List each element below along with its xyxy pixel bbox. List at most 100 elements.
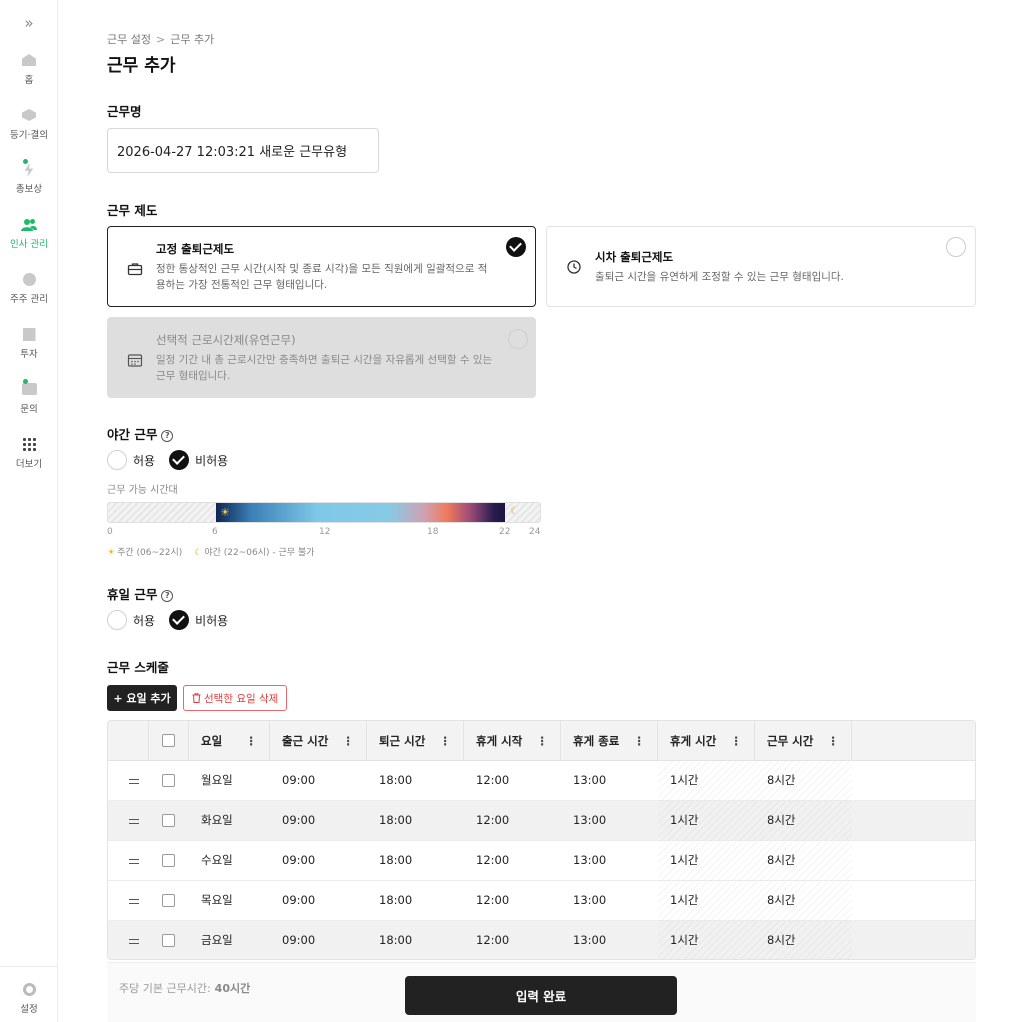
sidebar-item-label: 홈 — [24, 75, 34, 86]
cell-break-end[interactable]: 13:00 — [573, 881, 606, 921]
column-header-end[interactable]: 퇴근 시간 ⋮ — [367, 721, 464, 761]
sidebar-item-shareholders[interactable]: 주주 관리 — [0, 273, 58, 305]
column-header-break-start[interactable]: 휴게 시작 ⋮ — [464, 721, 561, 761]
sidebar-item-settings[interactable]: 설정 — [0, 983, 58, 1015]
column-header-work-time[interactable]: 근무 시간 ⋮ — [755, 721, 852, 761]
holiday-work-allow[interactable]: 허용 — [107, 610, 155, 630]
cell-break-end[interactable]: 13:00 — [573, 761, 606, 801]
row-checkbox[interactable] — [162, 854, 175, 867]
weekly-hours-summary: 주당 기본 근무시간: 40시간 — [119, 980, 250, 996]
option-fixed-hours[interactable]: 고정 출퇴근제도 정한 통상적인 근무 시간(시작 및 종료 시각)을 모든 직… — [107, 226, 536, 307]
breadcrumb-parent[interactable]: 근무 설정 — [107, 33, 151, 46]
cell-day[interactable]: 수요일 — [201, 841, 233, 881]
column-header-start[interactable]: 출근 시간 ⋮ — [270, 721, 367, 761]
cell-day[interactable]: 금요일 — [201, 921, 233, 959]
row-checkbox[interactable] — [162, 774, 175, 787]
moon-icon: ☾ — [194, 548, 203, 558]
drag-handle-icon[interactable] — [129, 939, 139, 944]
row-checkbox[interactable] — [162, 934, 175, 947]
cell-end[interactable]: 18:00 — [379, 921, 412, 959]
table-header: 요일 ⋮ 출근 시간 ⋮ 퇴근 시간 ⋮ 휴게 시작 ⋮ 휴게 종료 ⋮ 휴게 시간 ⋮ 근… — [108, 721, 975, 761]
row-checkbox[interactable] — [162, 894, 175, 907]
select-all-checkbox[interactable] — [162, 734, 175, 747]
night-work-label: 야간 근무? — [107, 424, 174, 443]
sidebar-item-label: 투자 — [20, 349, 38, 360]
timebar-tick: 0 — [107, 527, 113, 537]
sidebar-bottom: 설정 — [0, 966, 58, 1015]
column-header-break-time[interactable]: 휴게 시간 ⋮ — [658, 721, 755, 761]
cell-day[interactable]: 화요일 — [201, 801, 233, 841]
sidebar-item-label: 설정 — [20, 1004, 38, 1015]
notification-dot — [23, 159, 28, 164]
submit-button[interactable]: 입력 완료 — [405, 976, 677, 1015]
cell-day[interactable]: 목요일 — [201, 881, 233, 921]
cell-break-start[interactable]: 12:00 — [476, 921, 509, 959]
drag-handle-icon[interactable] — [129, 779, 139, 784]
cell-break-start[interactable]: 12:00 — [476, 761, 509, 801]
work-name-input[interactable] — [107, 128, 379, 173]
weekly-hours-value: 40시간 — [214, 982, 251, 995]
kebab-menu-icon[interactable]: ⋮ — [537, 721, 549, 761]
sidebar-item-compensation[interactable]: 총보상 — [0, 159, 58, 195]
option-staggered-hours[interactable]: 시차 출퇴근제도 출퇴근 시간을 유연하게 조정할 수 있는 근무 형태입니다. — [546, 226, 976, 307]
column-header-break-end[interactable]: 휴게 종료 ⋮ — [561, 721, 658, 761]
kebab-menu-icon[interactable]: ⋮ — [828, 721, 840, 761]
column-title: 근무 시간 — [767, 734, 814, 748]
radio-on[interactable] — [169, 450, 190, 470]
kebab-menu-icon[interactable]: ⋮ — [440, 721, 452, 761]
help-icon[interactable]: ? — [161, 430, 174, 442]
sidebar-item-investment[interactable]: 투자 — [0, 328, 58, 360]
kebab-menu-icon[interactable]: ⋮ — [731, 721, 743, 761]
timebar-legend: ☀ 주간 (06~22시) ☾ 야간 (22~06시) - 근무 불가 — [107, 545, 314, 558]
delete-button-label: 선택한 요일 삭제 — [204, 692, 279, 705]
help-icon[interactable]: ? — [161, 590, 174, 602]
cell-break-end[interactable]: 13:00 — [573, 921, 606, 959]
drag-handle-icon[interactable] — [129, 819, 139, 824]
drag-handle-icon[interactable] — [129, 859, 139, 864]
column-header-day[interactable]: 요일 ⋮ — [189, 721, 270, 761]
cell-start[interactable]: 09:00 — [282, 761, 315, 801]
cell-day[interactable]: 월요일 — [201, 761, 233, 801]
cell-end[interactable]: 18:00 — [379, 761, 412, 801]
cell-end[interactable]: 18:00 — [379, 881, 412, 921]
sidebar-item-hr[interactable]: 인사 관리 — [0, 218, 58, 250]
kebab-menu-icon[interactable]: ⋮ — [634, 721, 646, 761]
option-title: 선택적 근로시간제(유연근무) — [156, 333, 296, 347]
cell-break-end[interactable]: 13:00 — [573, 801, 606, 841]
sidebar-item-label: 인사 관리 — [10, 239, 48, 250]
holiday-work-deny[interactable]: 비허용 — [169, 610, 228, 630]
cell-work-time: 8시간 — [767, 933, 796, 947]
row-checkbox[interactable] — [162, 814, 175, 827]
delete-selected-days-button[interactable]: 선택한 요일 삭제 — [183, 685, 287, 711]
night-work-deny[interactable]: 비허용 — [169, 450, 228, 470]
cell-start[interactable]: 09:00 — [282, 841, 315, 881]
kebab-menu-icon[interactable]: ⋮ — [246, 721, 258, 761]
sidebar-item-home[interactable]: 홈 — [0, 54, 58, 86]
sun-icon: ☀ — [220, 506, 230, 519]
cell-end[interactable]: 18:00 — [379, 841, 412, 881]
cell-start[interactable]: 09:00 — [282, 801, 315, 841]
sidebar-item-registry[interactable]: 등기·결의 — [0, 109, 58, 141]
sidebar-item-inquiry[interactable]: 문의 — [0, 379, 58, 415]
radio-off[interactable] — [107, 610, 127, 630]
cell-start[interactable]: 09:00 — [282, 921, 315, 959]
cell-break-end[interactable]: 13:00 — [573, 841, 606, 881]
cell-break-start[interactable]: 12:00 — [476, 801, 509, 841]
cell-end[interactable]: 18:00 — [379, 801, 412, 841]
option-description: 출퇴근 시간을 유연하게 조정할 수 있는 근무 형태입니다. — [595, 271, 844, 283]
cell-start[interactable]: 09:00 — [282, 881, 315, 921]
kebab-menu-icon[interactable]: ⋮ — [343, 721, 355, 761]
expand-sidebar-icon[interactable]: » — [20, 14, 38, 32]
add-day-button[interactable]: + 요일 추가 — [107, 685, 177, 711]
radio-off[interactable] — [107, 450, 127, 470]
sidebar-item-more[interactable]: 더보기 — [0, 438, 58, 470]
work-system-label: 근무 제도 — [107, 203, 158, 218]
radio-label: 비허용 — [195, 613, 229, 628]
sidebar-item-label: 문의 — [20, 404, 38, 415]
cell-break-start[interactable]: 12:00 — [476, 881, 509, 921]
radio-on[interactable] — [169, 610, 190, 630]
time-range-caption: 근무 가능 시간대 — [107, 485, 178, 496]
night-work-allow[interactable]: 허용 — [107, 450, 155, 470]
cell-break-start[interactable]: 12:00 — [476, 841, 509, 881]
drag-handle-icon[interactable] — [129, 899, 139, 904]
